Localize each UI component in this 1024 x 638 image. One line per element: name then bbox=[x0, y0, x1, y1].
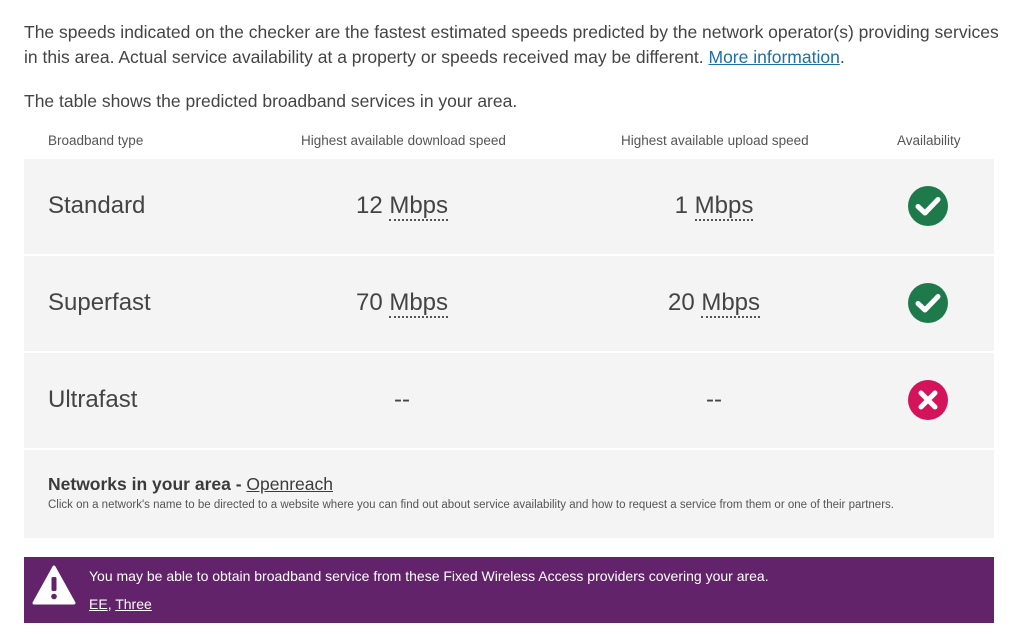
disclaimer-text: The speeds indicated on the checker are … bbox=[24, 22, 999, 67]
provider-link-three[interactable]: Three bbox=[115, 596, 152, 612]
table-description: The table shows the predicted broadband … bbox=[24, 91, 518, 111]
speed-unit: Mbps bbox=[694, 192, 754, 221]
table-row-superfast: Superfast 70 Mbps 20 Mbps bbox=[24, 256, 994, 351]
speed-unit: Mbps bbox=[389, 192, 449, 221]
fixed-wireless-message: You may be able to obtain broadband serv… bbox=[89, 568, 769, 584]
cross-circle-icon bbox=[908, 380, 948, 420]
fixed-wireless-providers: EE, Three bbox=[89, 596, 152, 612]
upload-speed: 1 Mbps bbox=[674, 192, 754, 221]
broadband-type-label: Standard bbox=[48, 192, 146, 219]
more-information-link[interactable]: More information bbox=[709, 47, 840, 67]
download-speed: 12 Mbps bbox=[355, 192, 449, 221]
header-download-speed: Highest available download speed bbox=[301, 133, 506, 148]
download-speed: -- bbox=[394, 386, 410, 413]
table-header: Broadband type Highest available downloa… bbox=[24, 130, 994, 154]
header-availability: Availability bbox=[897, 133, 961, 148]
download-speed: 70 Mbps bbox=[355, 289, 449, 318]
provider-link-ee[interactable]: EE bbox=[89, 596, 108, 612]
networks-heading: Networks in your area - Openreach bbox=[48, 474, 333, 494]
networks-panel: Networks in your area - Openreach Click … bbox=[24, 450, 994, 538]
speed-unit: Mbps bbox=[701, 289, 761, 318]
fixed-wireless-banner: You may be able to obtain broadband serv… bbox=[24, 557, 994, 623]
networks-note: Click on a network's name to be directed… bbox=[48, 499, 894, 511]
network-link-openreach[interactable]: Openreach bbox=[246, 474, 333, 494]
warning-triangle-icon bbox=[32, 565, 76, 605]
broadband-checker: The speeds indicated on the checker are … bbox=[0, 0, 1024, 638]
broadband-type-label: Ultrafast bbox=[48, 386, 138, 413]
table-row-standard: Standard 12 Mbps 1 Mbps bbox=[24, 159, 994, 254]
upload-speed: -- bbox=[706, 386, 722, 413]
check-circle-icon bbox=[908, 283, 948, 323]
upload-speed: 20 Mbps bbox=[667, 289, 761, 318]
check-circle-icon bbox=[908, 186, 948, 226]
broadband-type-label: Superfast bbox=[48, 289, 151, 316]
table-row-ultrafast: Ultrafast -- -- bbox=[24, 353, 994, 448]
header-broadband-type: Broadband type bbox=[48, 133, 144, 148]
speeds-disclaimer: The speeds indicated on the checker are … bbox=[24, 22, 999, 67]
header-upload-speed: Highest available upload speed bbox=[621, 133, 809, 148]
speed-unit: Mbps bbox=[389, 289, 449, 318]
